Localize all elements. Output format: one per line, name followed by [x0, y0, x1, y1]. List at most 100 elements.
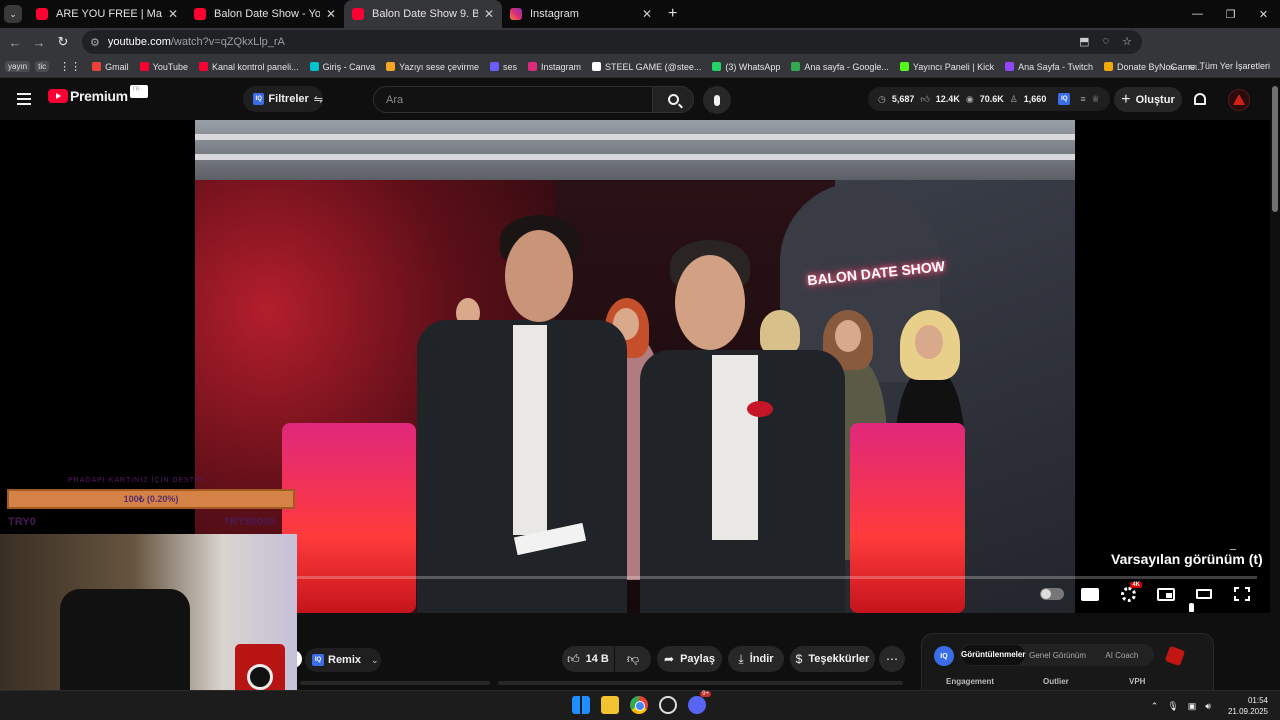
- theater-mode-tooltip: Varsayılan görünüm (t): [1111, 551, 1263, 567]
- bookmark-item[interactable]: Ana sayfa - Google...: [791, 62, 889, 72]
- site-info-icon[interactable]: ⚙: [90, 36, 100, 49]
- bookmark-item[interactable]: Instagram: [527, 62, 581, 72]
- like-count: 14 B: [585, 653, 609, 665]
- tab-title: Balon Date Show - YouTube: [214, 8, 320, 20]
- forward-icon[interactable]: →: [27, 35, 51, 50]
- discord-icon[interactable]: 9+: [688, 691, 711, 714]
- tray-chevron-icon[interactable]: ⌃: [1151, 701, 1159, 712]
- chrome-icon[interactable]: [630, 696, 648, 714]
- search-button[interactable]: [652, 86, 694, 113]
- page-scrollbar[interactable]: [1270, 82, 1280, 692]
- tab-ai-coach[interactable]: AI Coach: [1090, 651, 1154, 660]
- notifications-bell-icon[interactable]: [1194, 93, 1206, 105]
- close-tab-icon[interactable]: ✕: [326, 7, 336, 21]
- menu-icon[interactable]: [17, 93, 31, 108]
- close-window-icon[interactable]: ✕: [1247, 0, 1280, 28]
- contestant-head: [835, 320, 861, 352]
- stat-value: 1,660: [1023, 94, 1047, 104]
- windows-start-icon[interactable]: [572, 696, 590, 714]
- search-icon: [667, 94, 679, 105]
- install-app-icon[interactable]: ⬒: [1079, 35, 1089, 48]
- voice-search-button[interactable]: [703, 86, 731, 114]
- bookmark-label: Ana Sayfa - Twitch: [1018, 61, 1093, 72]
- reload-icon[interactable]: ↻: [51, 34, 75, 50]
- search-input[interactable]: Ara: [373, 86, 653, 113]
- subtitles-icon: [1081, 587, 1099, 601]
- close-tab-icon[interactable]: ✕: [642, 7, 652, 21]
- bookmark-item[interactable]: STEEL GAME (@stee...: [592, 62, 701, 72]
- bookmark-chip[interactable]: tic: [35, 61, 50, 72]
- settings-button[interactable]: 4K: [1116, 582, 1142, 604]
- dislike-button[interactable]: 👎︎: [615, 646, 651, 672]
- bookmark-item[interactable]: YouTube: [139, 62, 188, 72]
- bookmark-item[interactable]: Yazıyı sese çevirme: [386, 62, 479, 72]
- restore-icon[interactable]: ❐: [1214, 0, 1247, 28]
- filters-button[interactable]: IQ Filtreler ⇋: [243, 86, 323, 112]
- share-button[interactable]: ➦ Paylaş: [657, 646, 722, 672]
- bookmark-item[interactable]: Giriş - Canva: [309, 62, 375, 72]
- youtube-logo[interactable]: Premium TR: [48, 84, 148, 104]
- remix-button[interactable]: IQ Remix ⌄: [305, 648, 381, 672]
- network-icon[interactable]: ▣: [1188, 701, 1197, 712]
- bookmark-item[interactable]: ses: [489, 62, 517, 72]
- coach-icon[interactable]: [1164, 645, 1186, 667]
- volume-icon[interactable]: 🔊︎: [1205, 701, 1211, 712]
- bookmark-chip[interactable]: yayın: [5, 61, 31, 72]
- fullscreen-button[interactable]: [1230, 584, 1254, 604]
- bookmark-item[interactable]: Gmail: [92, 62, 129, 72]
- more-actions-button[interactable]: ⋯: [879, 646, 905, 672]
- browser-tab-active[interactable]: Balon Date Show 9. Bölüm - Yo ✕: [344, 0, 502, 28]
- list-icon[interactable]: ≡: [1080, 94, 1085, 104]
- tab-overview[interactable]: Genel Görünüm: [1025, 651, 1089, 660]
- url-bar[interactable]: ⚙ youtube.com/watch?v=qZQkxLlp_rA ⬒ ◌ ☆: [82, 30, 1142, 54]
- taskbar-clock[interactable]: 01:54 21.09.2025: [1228, 695, 1268, 717]
- tab-views[interactable]: Görüntülenmeler: [961, 645, 1026, 665]
- create-button[interactable]: + Oluştur: [1114, 87, 1182, 112]
- browser-tab[interactable]: Balon Date Show - YouTube ✕: [186, 0, 344, 28]
- minimize-icon[interactable]: —: [1181, 0, 1214, 28]
- back-icon[interactable]: ←: [3, 35, 27, 50]
- apps-grid-icon[interactable]: ⋮⋮: [59, 60, 81, 73]
- like-button[interactable]: 👍︎ 14 B: [562, 646, 614, 672]
- gear-icon: [1120, 586, 1136, 602]
- scrollbar-thumb[interactable]: [1272, 86, 1278, 212]
- browser-tab[interactable]: Instagram ✕: [502, 0, 660, 28]
- logo-text: Premium: [70, 88, 128, 104]
- video-frame[interactable]: BALON DATE SHOW: [195, 120, 1075, 613]
- iq-icon[interactable]: IQ: [1058, 93, 1071, 105]
- create-label: Oluştur: [1135, 93, 1175, 106]
- theater-mode-button[interactable]: [1192, 584, 1216, 604]
- bookmark-item[interactable]: Yayıncı Paneli | Kick: [899, 62, 994, 72]
- microphone-tray-icon[interactable]: 🎙︎: [1167, 701, 1178, 712]
- video-progress-bar[interactable]: [297, 576, 1257, 579]
- download-button[interactable]: ⤓ İndir: [728, 646, 784, 672]
- more-bookmarks-icon[interactable]: »: [1170, 62, 1175, 72]
- all-bookmarks[interactable]: ▭ Tüm Yer İşaretleri: [1189, 61, 1270, 72]
- bookmark-item[interactable]: Kanal kontrol paneli...: [199, 62, 299, 72]
- avatar[interactable]: [1228, 89, 1250, 111]
- youtube-icon: [352, 8, 364, 20]
- close-tab-icon[interactable]: ✕: [168, 7, 178, 21]
- bookmark-favicon-icon: [489, 62, 499, 71]
- browser-tab[interactable]: ARE YOU FREE | Madara Olduk ✕: [28, 0, 186, 28]
- tracking-icon[interactable]: ◌: [1103, 35, 1110, 48]
- iq-icon: IQ: [312, 654, 324, 666]
- bookmark-star-icon[interactable]: ☆: [1122, 35, 1132, 48]
- bookmark-item[interactable]: (3) WhatsApp: [712, 62, 780, 72]
- thanks-button[interactable]: $ Teşekkürler: [790, 646, 875, 672]
- bookmark-favicon-icon: [592, 62, 601, 71]
- bookmark-label: Yazıyı sese çevirme: [399, 61, 479, 72]
- bookmark-item[interactable]: Ana Sayfa - Twitch: [1005, 62, 1093, 72]
- close-tab-icon[interactable]: ✕: [484, 7, 494, 21]
- new-tab-icon[interactable]: +: [668, 5, 677, 23]
- subtitles-button[interactable]: [1078, 584, 1102, 604]
- channel-stats[interactable]: ◷ 5,687 👍︎ 12.4K ◉ 70.6K ♙ 1,660 IQ ≡ ♕: [868, 87, 1110, 111]
- trophy-icon[interactable]: ♕: [1092, 94, 1100, 105]
- autoplay-toggle[interactable]: [1040, 584, 1064, 604]
- tab-search-button[interactable]: ⌄: [4, 5, 22, 23]
- file-explorer-icon[interactable]: [601, 696, 619, 714]
- ai-app-icon[interactable]: [659, 696, 677, 714]
- miniplayer-button[interactable]: [1154, 584, 1178, 604]
- column-outlier: Outlier: [1043, 677, 1069, 686]
- host-right-shirt: [712, 355, 758, 540]
